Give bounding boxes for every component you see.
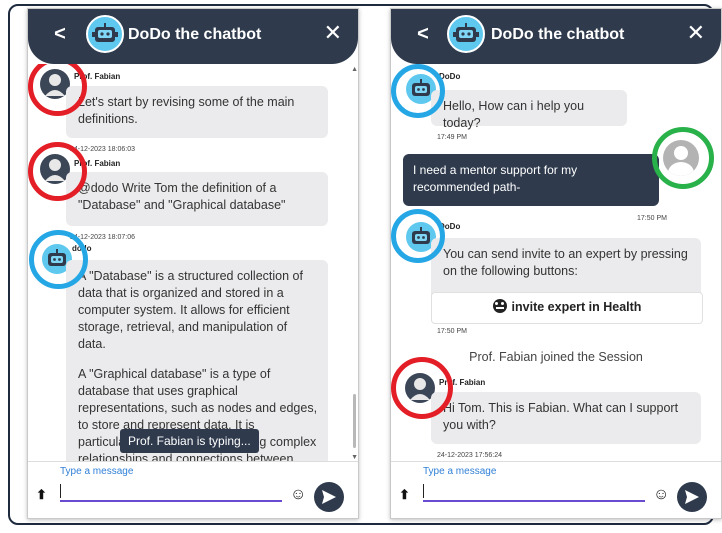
user-message-bubble: I need a mentor support for my recommend…	[403, 154, 659, 206]
message-bubble: Hi Tom. This is Fabian. What can I suppo…	[431, 392, 701, 444]
chat-header: < DoDo the chatbot ✕	[28, 9, 358, 64]
message-composer: ⬆ Type a message ☺	[391, 461, 721, 518]
highlight-ring-blue	[29, 230, 88, 289]
highlight-ring-red	[28, 142, 87, 201]
invite-expert-button[interactable]: invite expert in Health	[431, 292, 703, 324]
highlight-ring-blue	[391, 64, 445, 118]
message-timestamp: 17:49 PM	[437, 134, 467, 141]
highlight-ring-blue	[391, 209, 445, 263]
upload-icon[interactable]: ⬆	[36, 487, 47, 503]
highlight-ring-red	[391, 357, 453, 419]
message-timestamp: 17:50 PM	[637, 215, 667, 222]
chatbot-avatar	[447, 15, 485, 53]
chat-title: DoDo the chatbot	[128, 26, 262, 43]
robot-icon	[92, 23, 118, 42]
chevron-left-icon[interactable]: <	[52, 23, 68, 46]
chat-window-right: < DoDo the chatbot ✕ DoDo Hello, How can…	[390, 8, 722, 519]
scrollbar-thumb[interactable]	[353, 394, 356, 448]
invite-expert-label: invite expert in Health	[511, 300, 642, 314]
expert-icon	[492, 299, 507, 313]
highlight-ring-green	[652, 127, 714, 189]
chat-header: < DoDo the chatbot ✕	[391, 9, 721, 64]
message-bubble: Hello, How can i help you today?	[431, 90, 627, 130]
message-timestamp: 24-12-2023 17:56:24	[437, 452, 502, 459]
message-input[interactable]	[423, 482, 645, 502]
message-placeholder: Type a message	[60, 466, 134, 477]
typing-indicator: Prof. Fabian is typing...	[120, 429, 259, 453]
message-placeholder: Type a message	[423, 466, 497, 477]
send-button[interactable]	[314, 482, 344, 512]
chat-window-left: < DoDo the chatbot ✕ Prof. Fabian Let's …	[27, 8, 359, 519]
close-icon[interactable]: ✕	[687, 20, 705, 46]
chatbot-avatar	[86, 15, 124, 53]
send-icon	[685, 490, 699, 504]
upload-icon[interactable]: ⬆	[399, 487, 410, 503]
scroll-up-icon[interactable]: ▲	[351, 66, 358, 73]
message-timestamp: 17:50 PM	[437, 328, 467, 335]
chat-title: DoDo the chatbot	[491, 26, 625, 43]
message-bubble: @dodo Write Tom the definition of a "Dat…	[66, 172, 328, 226]
message-text: You can send invite to an expert by pres…	[443, 247, 688, 278]
scrollbar[interactable]: ▲ ▼	[350, 64, 358, 469]
message-list[interactable]: DoDo Hello, How can i help you today? 17…	[391, 64, 721, 462]
send-button[interactable]	[677, 482, 707, 512]
message-composer: ⬆ Type a message ☺	[28, 461, 358, 518]
emoji-icon[interactable]: ☺	[290, 486, 306, 504]
send-icon	[322, 490, 336, 504]
robot-icon	[453, 23, 479, 42]
system-message: Prof. Fabian joined the Session	[469, 350, 643, 364]
scroll-down-icon[interactable]: ▼	[351, 454, 358, 461]
close-icon[interactable]: ✕	[324, 20, 342, 46]
message-list[interactable]: Prof. Fabian Let's start by revising som…	[28, 64, 358, 462]
chevron-left-icon[interactable]: <	[415, 23, 431, 46]
message-paragraph: A "Database" is a structured collection …	[78, 269, 303, 351]
message-input[interactable]	[60, 482, 282, 502]
emoji-icon[interactable]: ☺	[653, 486, 669, 504]
message-bubble: Let's start by revising some of the main…	[66, 86, 328, 138]
